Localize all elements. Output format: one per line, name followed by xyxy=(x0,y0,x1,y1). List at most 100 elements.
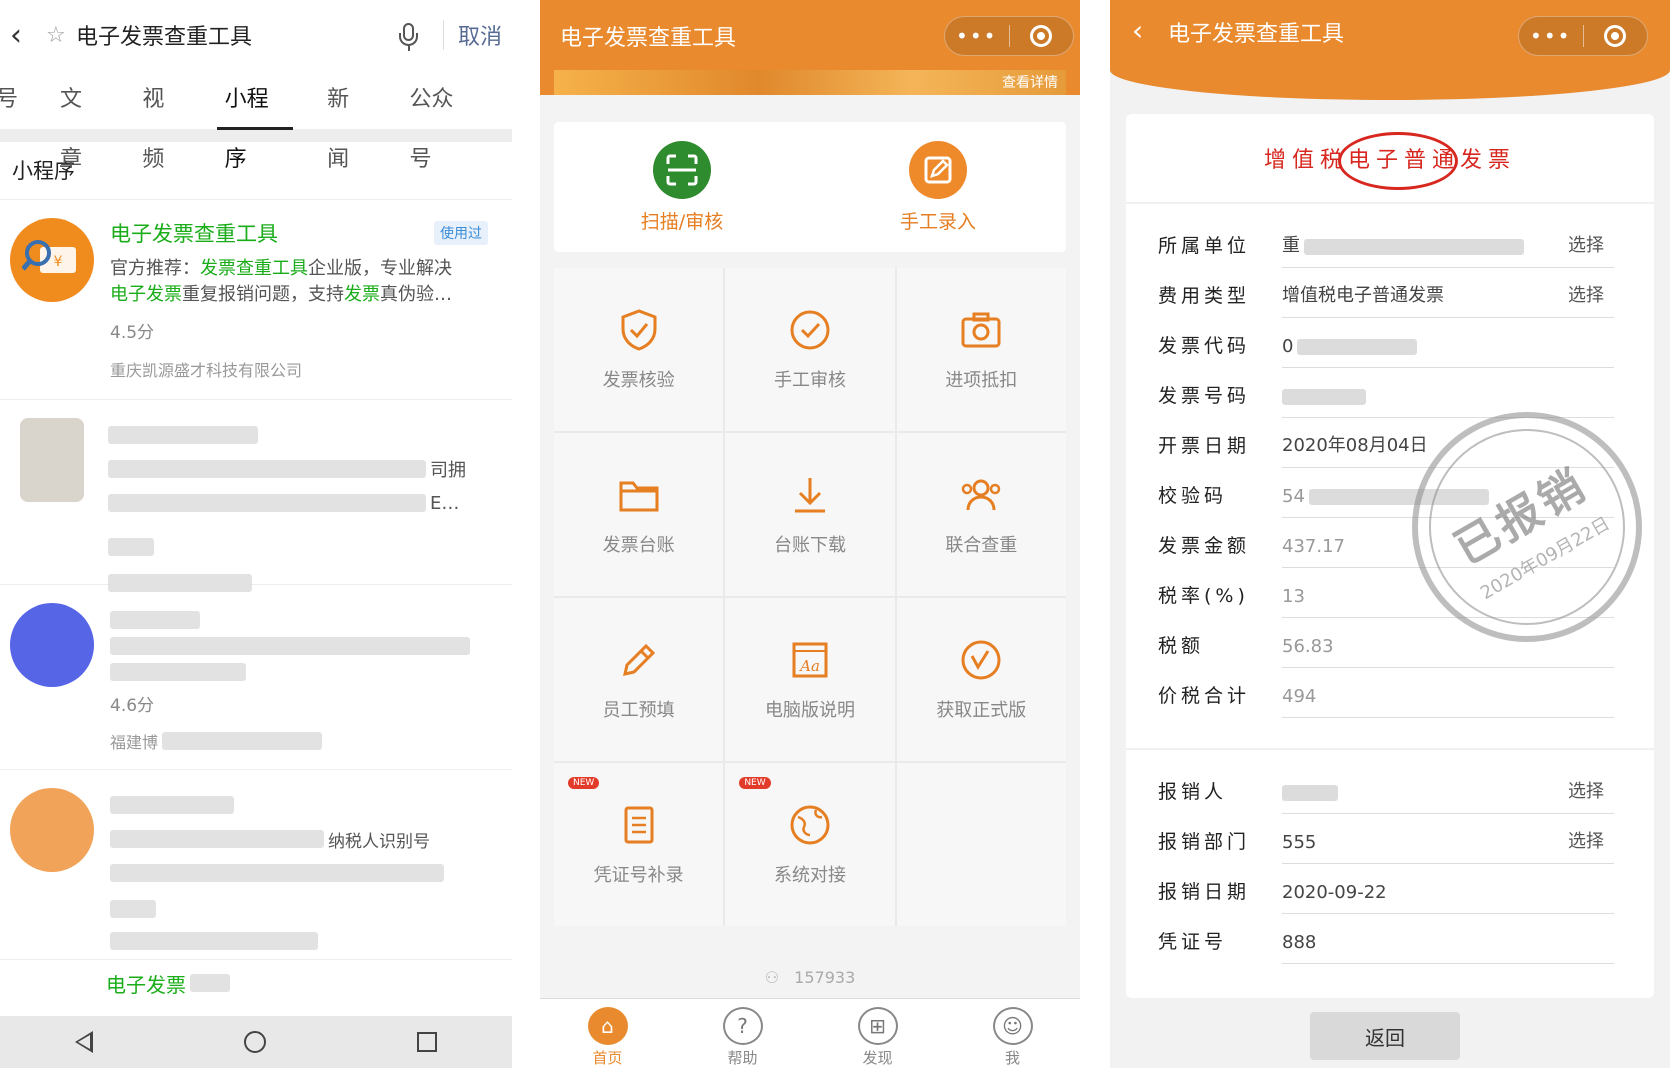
svg-text:¥: ¥ xyxy=(54,254,63,270)
feature-label: 发票台账 xyxy=(602,534,675,556)
app-score: 4.5分 xyxy=(110,323,155,343)
select-button[interactable]: 选择 xyxy=(1568,777,1604,803)
select-button[interactable]: 选择 xyxy=(1568,281,1604,307)
user-icon: ☺ xyxy=(992,1007,1033,1045)
feature-manual-audit[interactable]: 手工审核 xyxy=(725,268,895,431)
empty-cell xyxy=(896,763,1066,926)
back-button[interactable]: 返回 xyxy=(1310,1012,1460,1060)
star-icon: ☆ xyxy=(46,22,66,48)
search-input[interactable]: 电子发票查重工具 xyxy=(76,19,389,51)
search-result-item[interactable]: ¥ 电子发票查重工具 使用过 官方推荐：发票查重工具企业版，专业解决 电子发票重复报… xyxy=(0,200,512,400)
tab-mini-programs[interactable]: 小程序 xyxy=(216,70,293,172)
feature-ledger-download[interactable]: 台账下载 xyxy=(725,433,895,596)
tab-videos[interactable]: 视频 xyxy=(142,70,182,172)
page-title: 电子发票查重工具 xyxy=(560,26,737,51)
select-button[interactable]: 选择 xyxy=(1568,827,1604,853)
app-logo xyxy=(20,418,84,502)
desc-text: 官方推荐： xyxy=(110,258,200,279)
desc-text: 真伪验… xyxy=(380,284,452,305)
more-icon[interactable]: ••• xyxy=(945,24,1009,48)
tab-me[interactable]: ☺ 我 xyxy=(973,999,1053,1068)
microphone-icon[interactable] xyxy=(389,15,429,55)
feature-employee-prefill[interactable]: 员工预填 xyxy=(554,598,724,761)
feature-input-deduction[interactable]: 进项抵扣 xyxy=(896,268,1066,431)
search-result-item[interactable]: 纳税人识别号 xyxy=(0,770,512,960)
select-button[interactable]: 选择 xyxy=(1568,231,1604,257)
field-label: 报销日期 xyxy=(1158,881,1251,903)
tab-label: 我 xyxy=(1004,1049,1020,1067)
field-label: 校验码 xyxy=(1158,485,1228,507)
field-reimburse-date[interactable]: 报销日期 2020-09-22 xyxy=(1126,864,1654,914)
field-value: 选择 xyxy=(1282,774,1614,814)
field-label: 发票代码 xyxy=(1158,335,1251,357)
field-reimburser[interactable]: 报销人 选择 xyxy=(1126,764,1654,814)
feature-invoice-ledger[interactable]: 发票台账 xyxy=(554,433,724,596)
feature-label: 台账下载 xyxy=(773,534,846,556)
cancel-button[interactable]: 取消 xyxy=(458,19,502,51)
more-icon[interactable]: ••• xyxy=(1519,24,1583,48)
tab-home[interactable]: ⌂ 首页 xyxy=(568,999,648,1068)
wechat-search-panel: ‹ ☆ 电子发票查重工具 取消 号 文章 视频 小程序 新闻 公众号 小程序 ¥… xyxy=(0,0,512,1068)
field-company[interactable]: 所属单位 重 选择 xyxy=(1126,218,1654,268)
scan-audit-button[interactable]: 扫描/审核 xyxy=(554,122,810,252)
tab-discover[interactable]: ⊞ 发现 xyxy=(838,999,918,1068)
field-value-text: 重 xyxy=(1282,235,1300,256)
app-score: 4.6分 xyxy=(110,696,155,716)
manual-entry-button[interactable]: 手工录入 xyxy=(810,122,1066,252)
tab-articles[interactable]: 文章 xyxy=(60,70,100,172)
new-badge: NEW xyxy=(568,777,600,789)
feature-get-full-version[interactable]: 获取正式版 xyxy=(896,598,1066,761)
search-result-item[interactable]: 电子发票 xyxy=(0,966,512,1000)
field-expense-type[interactable]: 费用类型 增值税电子普通发票 选择 xyxy=(1126,268,1654,318)
field-invoice-code[interactable]: 发票代码 0 xyxy=(1126,318,1654,368)
menu-capsule: ••• xyxy=(944,16,1074,56)
tab-label: 发现 xyxy=(862,1049,893,1067)
page-title: 电子发票查重工具 xyxy=(1168,22,1345,47)
field-value: 888 xyxy=(1282,924,1614,964)
field-value: 增值税电子普通发票 选择 xyxy=(1282,278,1614,318)
desc-highlight: 电子发票 xyxy=(110,284,182,305)
blurred-text: 司拥 xyxy=(430,460,466,481)
back-nav-icon[interactable] xyxy=(75,1031,94,1053)
feature-system-integration[interactable]: NEW 系统对接 xyxy=(725,763,895,926)
help-icon: ? xyxy=(722,1007,763,1045)
app-logo: ¥ xyxy=(10,218,94,302)
app-name: 电子发票 xyxy=(106,972,186,997)
feature-joint-check[interactable]: 联合查重 xyxy=(896,433,1066,596)
feature-voucher-entry[interactable]: NEW 凭证号补录 xyxy=(554,763,724,926)
close-mini-program-icon[interactable] xyxy=(1010,25,1074,47)
search-result-item[interactable]: 司拥 E… xyxy=(0,400,512,592)
invoice-detail-panel: ‹ 电子发票查重工具 ••• 增值税电子普通发票 所属单位 重选择 费用类型 增… xyxy=(1110,0,1670,1068)
home-nav-icon[interactable] xyxy=(243,1031,266,1053)
globe-icon xyxy=(788,803,832,847)
field-voucher-number[interactable]: 凭证号 888 xyxy=(1126,914,1654,964)
tab-news[interactable]: 新闻 xyxy=(327,70,367,172)
banner-link[interactable]: 查看详情 xyxy=(1002,72,1058,92)
field-department[interactable]: 报销部门 555 选择 xyxy=(1126,814,1654,864)
feature-label: 获取正式版 xyxy=(936,699,1027,721)
app-description: 官方推荐：发票查重工具企业版，专业解决 电子发票重复报销问题，支持发票真伪验… xyxy=(110,256,500,308)
back-icon[interactable]: ‹ xyxy=(1132,14,1143,47)
users-icon xyxy=(959,473,1003,517)
field-total[interactable]: 价税合计 494 xyxy=(1126,668,1654,718)
promo-banner[interactable]: 查看详情 xyxy=(554,70,1066,95)
feature-pc-guide[interactable]: Aa 电脑版说明 xyxy=(725,598,895,761)
tab-accounts[interactable]: 号 xyxy=(0,70,18,130)
feature-grid: 发票核验 手工审核 进项抵扣 发票台账 台账下载 联合查重 员工预填 Aa 电脑 xyxy=(554,268,1066,926)
field-label: 报销人 xyxy=(1158,781,1228,803)
feature-invoice-verify[interactable]: 发票核验 xyxy=(554,268,724,431)
back-icon[interactable]: ‹ xyxy=(10,18,38,53)
tab-official-accounts[interactable]: 公众号 xyxy=(410,70,471,172)
close-mini-program-icon[interactable] xyxy=(1584,25,1648,47)
field-label: 税率(%) xyxy=(1158,585,1249,607)
pencil-icon xyxy=(617,638,661,682)
field-value-text: 54 xyxy=(1282,486,1305,507)
tab-help[interactable]: ? 帮助 xyxy=(703,999,783,1068)
invoice-title: 增值税电子普通发票 xyxy=(1126,114,1654,204)
field-invoice-number[interactable]: 发票号码 xyxy=(1126,368,1654,418)
feature-label: 电脑版说明 xyxy=(764,699,855,721)
field-value: 2020-09-22 xyxy=(1282,874,1614,914)
gift-icon: ⊞ xyxy=(857,1007,898,1045)
recents-nav-icon[interactable] xyxy=(416,1032,437,1052)
search-result-item[interactable]: 4.6分 福建博 xyxy=(0,585,512,770)
